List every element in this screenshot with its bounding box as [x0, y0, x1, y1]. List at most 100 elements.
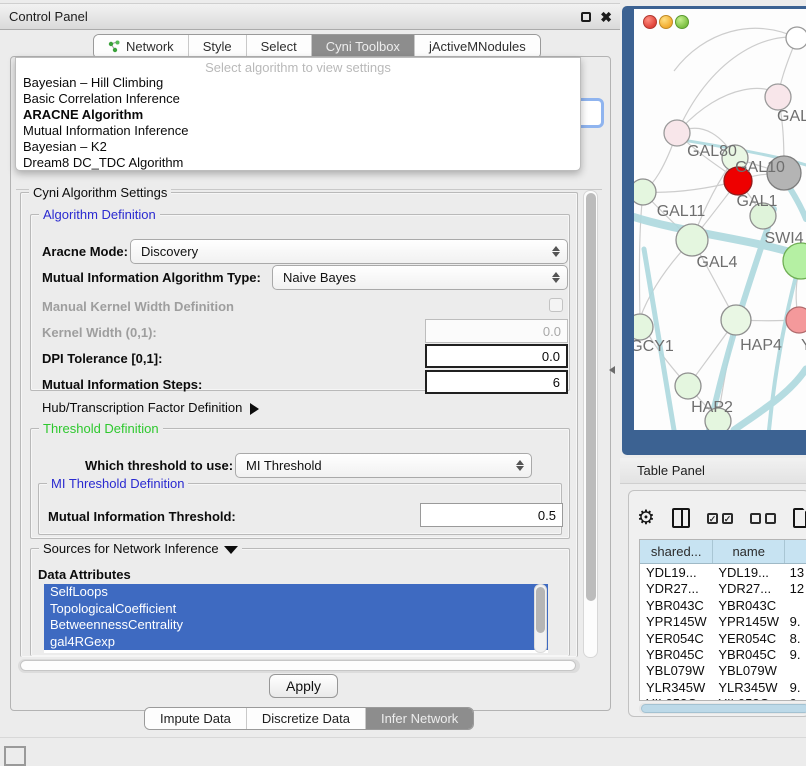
- table-row[interactable]: YBR045C YBR045C 9.: [640, 647, 806, 663]
- data-attributes-list: SelfLoops TopologicalCoefficient Between…: [44, 584, 548, 653]
- mi-algo-type-combo[interactable]: Naive Bayes: [272, 265, 568, 290]
- table-row[interactable]: YBR043C YBR043C: [640, 598, 806, 614]
- node-gal80[interactable]: [664, 120, 690, 146]
- algorithm-option[interactable]: Dream8 DC_TDC Algorithm: [16, 155, 580, 171]
- column-header[interactable]: [785, 540, 806, 563]
- group-title: Threshold Definition: [39, 421, 163, 436]
- scrollbar-thumb[interactable]: [641, 704, 806, 713]
- manual-kernel-width-checkbox[interactable]: [549, 298, 563, 312]
- dpi-tolerance-field[interactable]: [425, 344, 568, 368]
- mi-steps-field[interactable]: [425, 370, 568, 394]
- tab-cyni-toolbox[interactable]: Cyni Toolbox: [312, 35, 415, 58]
- network-canvas[interactable]: GAL GAL80 GAL10 GAL1 GAL11 GAL4 SWI4 GCY…: [634, 9, 806, 430]
- expanded-arrow-icon: [224, 546, 238, 554]
- close-icon[interactable]: ✖: [600, 12, 612, 22]
- cell: 9.: [787, 647, 806, 663]
- tab-select[interactable]: Select: [247, 35, 312, 58]
- settings-vertical-scrollbar[interactable]: [583, 190, 598, 658]
- scrollbar-thumb[interactable]: [586, 193, 596, 601]
- algorithm-option[interactable]: Mutual Information Inference: [16, 123, 580, 139]
- aracne-mode-combo[interactable]: Discovery: [130, 239, 568, 264]
- table-row[interactable]: YDR27... YDR27... 12: [640, 581, 806, 597]
- collapsed-panel-icon[interactable]: [4, 746, 26, 766]
- table-row[interactable]: YPR145W YPR145W 9.: [640, 614, 806, 630]
- attribute-list-scrollbar[interactable]: [534, 584, 547, 653]
- mi-threshold-field[interactable]: [420, 503, 563, 527]
- column-header[interactable]: name: [713, 540, 785, 563]
- cell: YBR045C: [714, 647, 786, 663]
- node-label: GAL80: [687, 143, 737, 160]
- settings-horizontal-scrollbar[interactable]: [18, 659, 580, 673]
- mi-steps-label: Mutual Information Steps:: [42, 377, 202, 392]
- aracne-mode-label: Aracne Mode:: [42, 244, 128, 259]
- apply-button[interactable]: Apply: [269, 674, 338, 698]
- table-row[interactable]: YBL079W YBL079W: [640, 663, 806, 679]
- node[interactable]: [786, 27, 806, 49]
- node-hap4[interactable]: [721, 305, 751, 335]
- cell: YDR27...: [714, 581, 786, 597]
- tab-infer-network[interactable]: Infer Network: [366, 708, 473, 729]
- tab-jactivemnodules[interactable]: jActiveMNodules: [415, 35, 540, 58]
- manual-kernel-width-label: Manual Kernel Width Definition: [42, 299, 234, 314]
- node-label: GAL1: [737, 193, 778, 210]
- mi-threshold-label: Mutual Information Threshold:: [48, 509, 236, 524]
- attribute-item[interactable]: TopologicalCoefficient: [44, 601, 548, 618]
- table-row[interactable]: YLR345W YLR345W 9.: [640, 680, 806, 696]
- tab-discretize-data[interactable]: Discretize Data: [247, 708, 366, 729]
- table-row[interactable]: YER054C YER054C 8.: [640, 631, 806, 647]
- algorithm-option[interactable]: Bayesian – Hill Climbing: [16, 75, 580, 91]
- kernel-width-field[interactable]: [425, 319, 568, 343]
- cell: YDR27...: [640, 581, 714, 597]
- node-label: GAL4: [697, 254, 738, 271]
- scrollbar-thumb[interactable]: [20, 660, 576, 671]
- cell: 13: [787, 565, 806, 581]
- cell: YLR345W: [640, 680, 714, 696]
- document-icon[interactable]: [793, 508, 806, 528]
- column-header[interactable]: shared...: [640, 540, 713, 563]
- cell: 9.: [787, 614, 806, 630]
- table-horizontal-scrollbar[interactable]: [639, 703, 806, 714]
- cell: 12: [787, 581, 806, 597]
- node-label: GCY1: [634, 338, 674, 355]
- select-all-columns-icon[interactable]: ✓ ✓: [707, 513, 733, 524]
- network-view-window: GAL GAL80 GAL10 GAL1 GAL11 GAL4 SWI4 GCY…: [622, 6, 806, 455]
- splitter-collapse-arrow[interactable]: [609, 366, 615, 374]
- cell: YPR145W: [640, 614, 714, 630]
- tab-network[interactable]: Network: [94, 35, 189, 58]
- deselect-all-columns-icon[interactable]: [750, 513, 776, 524]
- tab-impute-data[interactable]: Impute Data: [145, 708, 247, 729]
- cell: YIL052C: [714, 696, 786, 701]
- nodes[interactable]: [634, 27, 806, 430]
- group-title: Algorithm Definition: [39, 207, 160, 222]
- mi-algo-type-label: Mutual Information Algorithm Type:: [42, 270, 261, 285]
- scrollbar-thumb[interactable]: [536, 587, 545, 633]
- algorithm-option[interactable]: Bayesian – K2: [16, 139, 580, 155]
- network-graph[interactable]: GAL GAL80 GAL10 GAL1 GAL11 GAL4 SWI4 GCY…: [634, 9, 806, 430]
- table-row[interactable]: YIL052C YIL052C 9: [640, 696, 806, 701]
- node-gal11[interactable]: [634, 179, 656, 205]
- node-gcy1[interactable]: [634, 314, 653, 340]
- algorithm-placeholder: Select algorithm to view settings: [16, 58, 580, 75]
- hub-definition-expander[interactable]: Hub/Transcription Factor Definition: [42, 400, 259, 415]
- node-hap2[interactable]: [675, 373, 701, 399]
- attribute-item[interactable]: BetweennessCentrality: [44, 617, 548, 634]
- tab-label: Infer Network: [381, 711, 458, 726]
- table-row[interactable]: YDL19... YDL19... 13: [640, 565, 806, 581]
- split-columns-icon[interactable]: [672, 508, 690, 528]
- sources-expander[interactable]: Sources for Network Inference: [39, 541, 242, 556]
- tab-label: Network: [126, 39, 174, 54]
- gear-icon[interactable]: ⚙: [637, 508, 655, 528]
- control-panel-title: Control Panel: [0, 9, 88, 24]
- which-threshold-combo[interactable]: MI Threshold: [235, 453, 532, 478]
- node-gal4[interactable]: [676, 224, 708, 256]
- attribute-item[interactable]: gal4RGexp: [44, 634, 548, 651]
- node-gal7[interactable]: [765, 84, 791, 110]
- node-salmon[interactable]: [786, 307, 806, 333]
- tab-style[interactable]: Style: [189, 35, 247, 58]
- spinner-arrows-icon: [552, 266, 560, 289]
- node-label: HAP2: [691, 399, 733, 416]
- attribute-item[interactable]: SelfLoops: [44, 584, 548, 601]
- algorithm-option[interactable]: Basic Correlation Inference: [16, 91, 580, 107]
- algorithm-option-selected[interactable]: ARACNE Algorithm: [16, 107, 580, 123]
- float-window-icon[interactable]: [581, 12, 591, 22]
